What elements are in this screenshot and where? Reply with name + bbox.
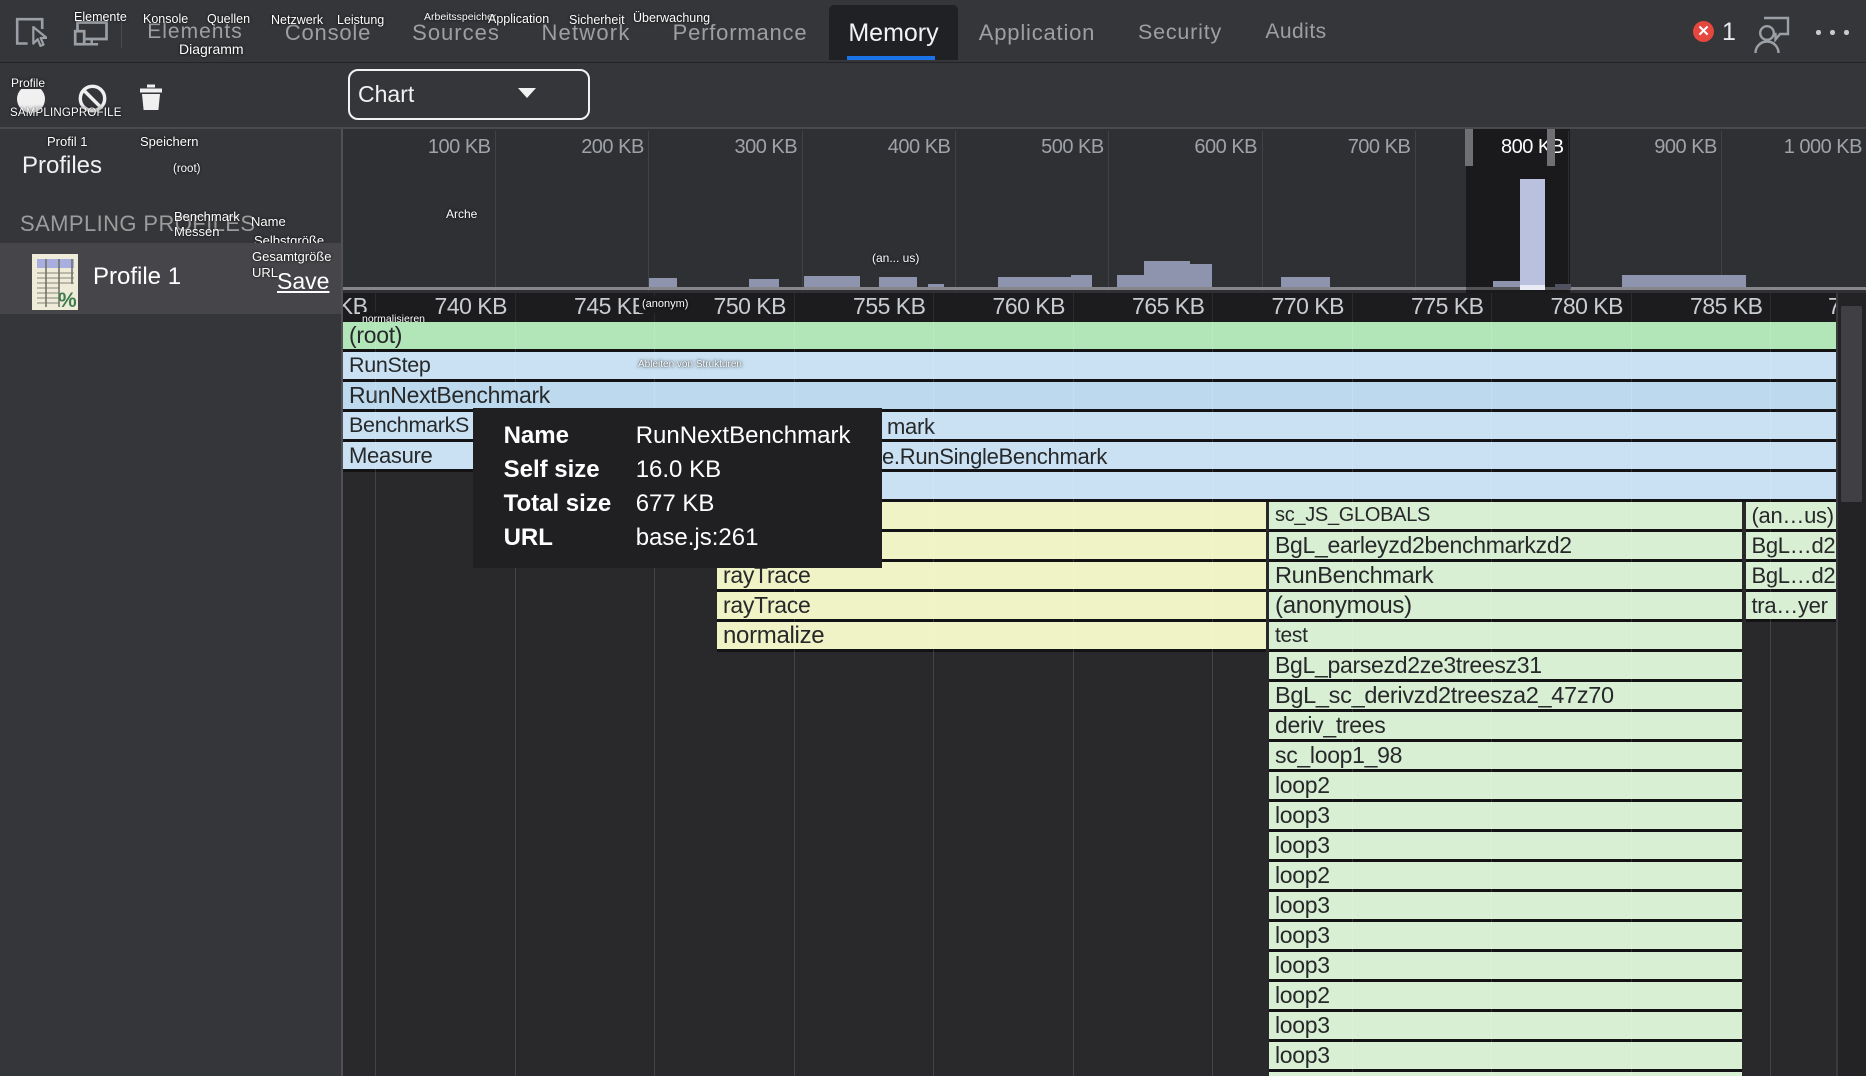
svg-text:%: % <box>58 289 77 310</box>
